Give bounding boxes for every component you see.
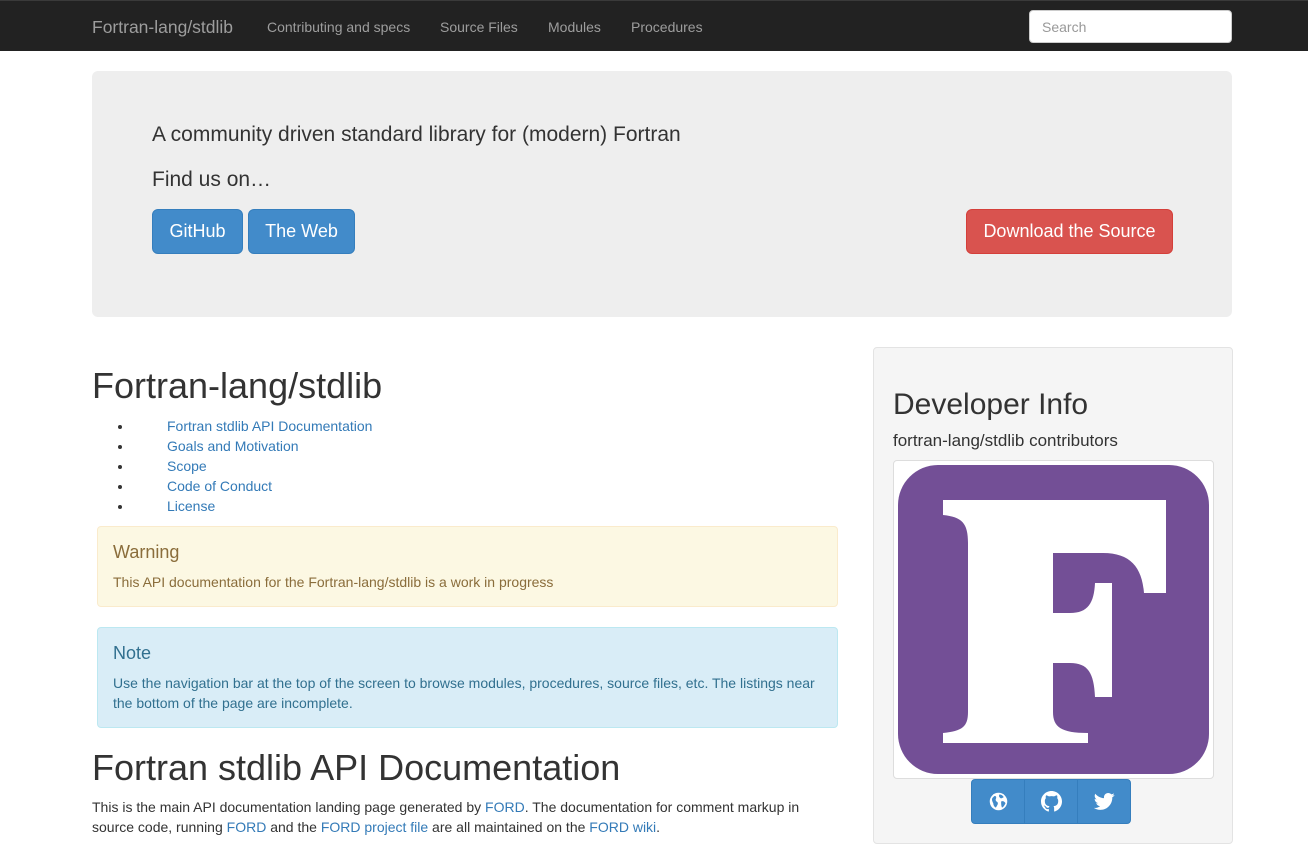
search-input[interactable] (1029, 10, 1232, 43)
toc-item: Fortran stdlib API Documentation (117, 416, 372, 436)
note-text: Use the navigation bar at the top of the… (113, 675, 815, 711)
api-docs-heading: Fortran stdlib API Documentation (92, 747, 621, 788)
table-of-contents: Fortran stdlib API Documentation Goals a… (92, 416, 372, 516)
github-icon (1040, 791, 1062, 812)
github-profile-button[interactable] (1024, 779, 1078, 824)
fortran-logo-frame (893, 460, 1214, 779)
ford-link-2[interactable]: FORD (227, 819, 267, 835)
jumbotron: A community driven standard library for … (92, 71, 1232, 317)
toc-link-conduct[interactable]: Code of Conduct (167, 478, 272, 494)
nav-procedures[interactable]: Procedures (631, 19, 703, 35)
warning-heading: Warning (113, 542, 180, 562)
social-button-group (971, 779, 1131, 824)
toc-link-goals[interactable]: Goals and Motivation (167, 438, 299, 454)
note-alert: Note Use the navigation bar at the top o… (97, 627, 838, 728)
fortran-logo (898, 465, 1209, 774)
web-button[interactable]: The Web (248, 209, 355, 254)
globe-icon (989, 792, 1007, 811)
toc-item: License (117, 496, 372, 516)
toc-link-license[interactable]: License (167, 498, 215, 514)
website-button[interactable] (971, 779, 1025, 824)
ford-wiki-link[interactable]: FORD wiki (589, 819, 656, 835)
api-text-4: are all maintained on the (428, 819, 590, 835)
top-navbar: Fortran-lang/stdlib Contributing and spe… (0, 0, 1308, 51)
api-docs-description: This is the main API documentation landi… (92, 797, 837, 837)
warning-alert: Warning This API documentation for the F… (97, 526, 838, 607)
warning-text: This API documentation for the Fortran-l… (113, 574, 554, 590)
toc-item: Code of Conduct (117, 476, 372, 496)
project-tagline: A community driven standard library for … (152, 123, 681, 146)
toc-link-api-docs[interactable]: Fortran stdlib API Documentation (167, 418, 372, 434)
nav-modules[interactable]: Modules (548, 19, 601, 35)
find-us-heading: Find us on… (152, 168, 272, 191)
nav-source-files[interactable]: Source Files (440, 19, 518, 35)
twitter-button[interactable] (1077, 779, 1131, 824)
api-text-1: This is the main API documentation landi… (92, 799, 486, 815)
toc-item: Goals and Motivation (117, 436, 372, 456)
ford-project-file-link[interactable]: FORD project file (321, 819, 428, 835)
download-source-button[interactable]: Download the Source (966, 209, 1173, 254)
developer-subtitle: fortran-lang/stdlib contributors (893, 431, 1118, 450)
github-button[interactable]: GitHub (152, 209, 243, 254)
note-heading: Note (113, 643, 152, 663)
developer-info-panel: Developer Info fortran-lang/stdlib contr… (873, 347, 1233, 844)
ford-link[interactable]: FORD (485, 799, 525, 815)
api-text-3: and the (266, 819, 321, 835)
twitter-icon (1093, 793, 1115, 810)
navbar-brand[interactable]: Fortran-lang/stdlib (92, 17, 233, 38)
developer-info-heading: Developer Info (893, 388, 1089, 421)
toc-link-scope[interactable]: Scope (167, 458, 207, 474)
nav-contributing[interactable]: Contributing and specs (267, 19, 410, 35)
page-title: Fortran-lang/stdlib (92, 365, 383, 406)
toc-item: Scope (117, 456, 372, 476)
api-text-5: . (656, 819, 661, 835)
